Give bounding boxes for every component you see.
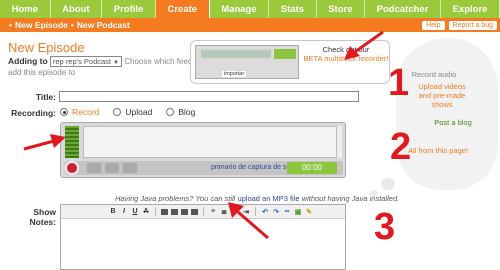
podcast-select-value: rep rep's Podcast [52, 57, 112, 67]
tab-explore[interactable]: Explore [441, 0, 500, 18]
report-bug-button[interactable]: Report a bug [448, 20, 497, 30]
radio-blog-label: Blog [178, 107, 196, 117]
tip-blog: Post a blog [434, 118, 472, 127]
tab-about[interactable]: About [51, 0, 103, 18]
radio-record[interactable]: Record [60, 107, 99, 117]
show-notes-label: Show Notes: [29, 207, 56, 227]
promo-line: Check out our [322, 45, 370, 54]
radio-upload-label: Upload [125, 107, 153, 117]
tab-profile[interactable]: Profile [102, 0, 156, 18]
tip-record: Record audio [411, 70, 457, 79]
level-meter [65, 126, 79, 158]
subnav-actions: Help Report a bug [422, 20, 500, 30]
promo-text: Check out our BETA multitrack recorder! [303, 45, 389, 63]
radio-blog[interactable]: Blog [166, 107, 195, 117]
tab-store[interactable]: Store [317, 0, 366, 18]
annotation-number-1: 1 [388, 62, 410, 104]
outdent-icon[interactable]: ⇤ [231, 208, 239, 216]
pause-button[interactable] [123, 163, 137, 173]
podcast-select[interactable]: rep rep's Podcast ▼ [49, 56, 122, 68]
multitrack-promo[interactable]: importar Check out our BETA multitrack r… [190, 40, 390, 84]
indent-icon[interactable]: ⇥ [242, 208, 250, 216]
upload-mp3-link[interactable]: upload an MP3 file [237, 194, 299, 203]
subnav-new-podcast[interactable]: New Podcast [77, 20, 130, 30]
align-left-icon[interactable] [161, 208, 168, 215]
help-button[interactable]: Help [422, 20, 445, 30]
adding-to-label: Adding to [8, 56, 48, 66]
java-text-after: without having Java installed. [299, 194, 400, 203]
tips-bubble [396, 38, 498, 190]
toolbar-separator [255, 207, 256, 216]
waveform-display [83, 126, 337, 158]
page-title: New Episode [8, 40, 85, 55]
java-text-before: Having Java problems? You can still [115, 194, 238, 203]
bold-icon[interactable]: B [109, 208, 117, 216]
strikethrough-icon[interactable]: A [142, 208, 150, 216]
thumbnail-label: importar [222, 71, 247, 77]
tab-create[interactable]: Create [155, 0, 210, 18]
undo-icon[interactable]: ↶ [261, 208, 269, 216]
editor-toolbar: B I U A ≡ ≣ ⇤ ⇥ ↶ ↷ ∞ ▣ ✎ [61, 205, 345, 219]
underline-icon[interactable]: U [131, 208, 139, 216]
align-right-icon[interactable] [181, 208, 188, 215]
annotation-number-2: 2 [390, 126, 412, 168]
radio-record-label: Record [72, 107, 100, 117]
recorder-thumbnail: importar [195, 45, 299, 79]
tab-manage[interactable]: Manage [210, 0, 270, 18]
bullet-icon: • [70, 20, 74, 30]
waveform-scrollbar[interactable] [336, 126, 342, 158]
redo-icon[interactable]: ↷ [272, 208, 280, 216]
toolbar-separator [155, 207, 156, 216]
align-center-icon[interactable] [171, 208, 178, 215]
record-button[interactable] [65, 161, 79, 175]
top-navigation: Home About Profile Create Manage Stats S… [0, 0, 500, 18]
align-justify-icon[interactable] [191, 208, 198, 215]
radio-circle [166, 108, 175, 116]
title-label: Title: [35, 92, 56, 102]
show-notes-editor[interactable]: B I U A ≡ ≣ ⇤ ⇥ ↶ ↷ ∞ ▣ ✎ [60, 204, 346, 270]
title-input[interactable] [59, 91, 359, 102]
radio-circle [60, 108, 68, 116]
recording-options: Record Upload Blog [60, 107, 195, 117]
thumbnail-bar [201, 50, 271, 58]
audio-recorder: primario de captura de sonido 00:00 [60, 122, 346, 178]
tip-upload: Upload videos and pre-made shows [418, 82, 466, 109]
stop-button[interactable] [87, 163, 101, 173]
link-icon[interactable]: ∞ [283, 208, 291, 216]
bubble-tail [381, 178, 395, 190]
tab-stats[interactable]: Stats [269, 0, 317, 18]
toolbar-separator [203, 207, 204, 216]
annotation-number-3: 3 [374, 206, 396, 248]
multitrack-link[interactable]: BETA multitrack recorder! [303, 54, 389, 63]
play-button[interactable] [105, 163, 119, 173]
adding-to-row: Adding to rep rep's Podcast ▼ Choose whic… [8, 56, 213, 78]
numbered-list-icon[interactable]: ≣ [220, 208, 228, 216]
chevron-down-icon: ▼ [113, 60, 119, 67]
bubble-tail [370, 190, 378, 197]
thumbnail-green-display [274, 49, 296, 59]
tab-podcatcher[interactable]: Podcatcher [365, 0, 442, 18]
cleanup-icon[interactable]: ✎ [305, 208, 313, 216]
image-icon[interactable]: ▣ [294, 208, 302, 216]
subnav-new-episode[interactable]: New Episode [15, 20, 68, 30]
radio-circle [113, 108, 122, 116]
bullet-list-icon[interactable]: ≡ [209, 208, 217, 216]
italic-icon[interactable]: I [120, 208, 128, 216]
sub-navigation: • New Episode • New Podcast Help Report … [0, 18, 500, 32]
radio-upload[interactable]: Upload [113, 107, 152, 117]
java-help-text: Having Java problems? You can still uplo… [115, 194, 399, 203]
timer-display: 00:00 [287, 162, 337, 174]
recording-label: Recording: [11, 108, 56, 118]
tab-home[interactable]: Home [0, 0, 51, 18]
bullet-icon: • [9, 20, 12, 30]
